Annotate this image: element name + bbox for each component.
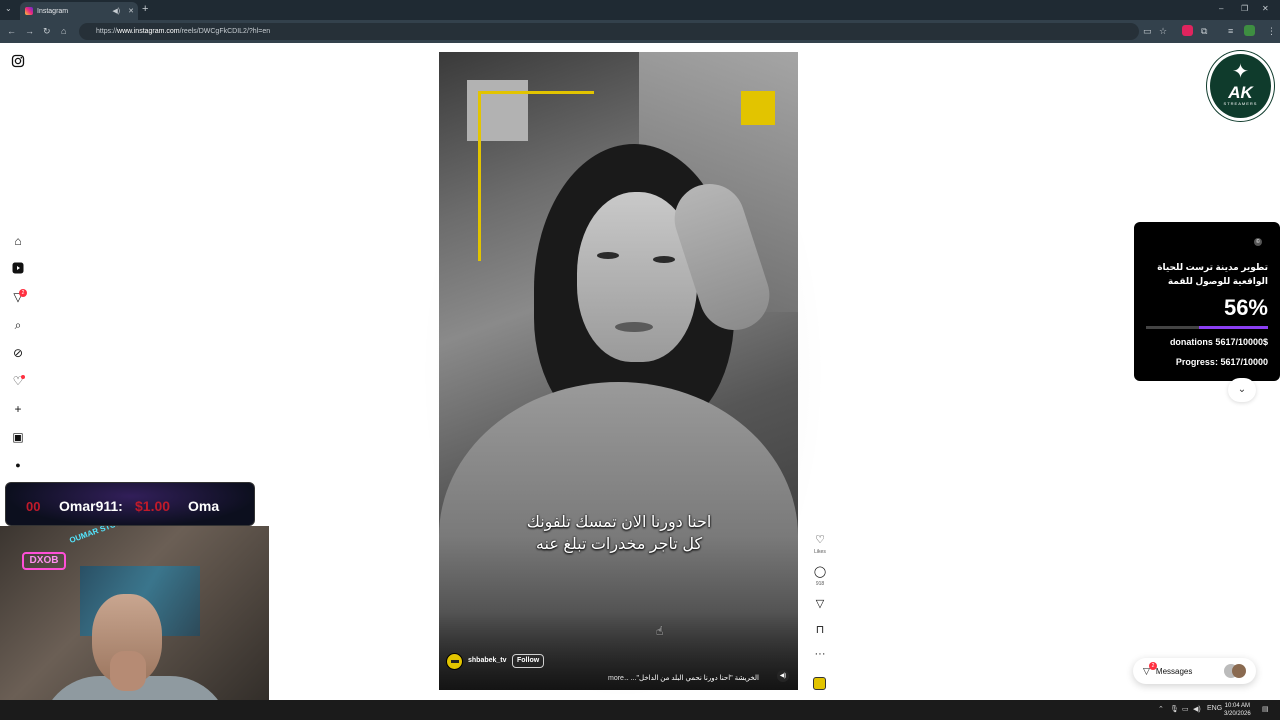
donations-count: donations 5617/10000$ xyxy=(1169,337,1268,347)
webcam-overlay: DXOB OUMAR STORE xyxy=(0,526,269,720)
video-person-eye xyxy=(653,256,675,263)
share-send-icon[interactable]: ▽ xyxy=(811,597,829,610)
create-plus-icon[interactable]: + xyxy=(11,402,25,416)
notifications-badge: 2 xyxy=(19,289,27,297)
messages-label: Messages xyxy=(1155,666,1193,676)
back-arrow-icon[interactable]: ← xyxy=(7,26,16,36)
home-icon[interactable]: ⌂ xyxy=(11,234,25,248)
caption-more-link[interactable]: more xyxy=(608,675,624,682)
url-path: /reels/DWCgFkCDIL2/?hl=en xyxy=(179,28,271,35)
tab-close-icon[interactable]: ✕ xyxy=(128,7,134,15)
donation-goal-widget: © تطوير مدينة ترست للحياة الواقعية للوصو… xyxy=(1134,222,1280,381)
comments-count: 918 xyxy=(815,581,825,587)
windows-taskbar: ⌃ 🎙 ▭ ◀) ENG 10:04 AM 3/20/2026 ▤ xyxy=(0,700,1280,720)
logo-text: AK xyxy=(1228,83,1253,102)
reel-caption[interactable]: الخريشة "احنا دورنا نحمي البلد من الداخل… xyxy=(624,674,759,682)
author-avatar[interactable] xyxy=(446,653,463,670)
video-person-eye xyxy=(597,252,619,259)
microphone-icon[interactable]: 🎙 xyxy=(1170,705,1179,713)
mute-toggle-icon[interactable]: ◀) xyxy=(777,670,789,682)
search-icon[interactable]: ⌕ xyxy=(11,318,25,332)
window-close-button[interactable]: ✕ xyxy=(1262,4,1269,13)
likes-label: Likes xyxy=(814,549,826,555)
like-heart-icon[interactable]: ♡ xyxy=(811,533,829,546)
tray-chevron-up-icon[interactable]: ⌃ xyxy=(1158,705,1164,713)
browser-menu-icon[interactable]: ⋮ xyxy=(1267,26,1276,37)
clock-time: 10:04 AM xyxy=(1224,703,1251,709)
reel-video[interactable]: احنا دورنا الان تمسك تلفونك كل تاجر مخدر… xyxy=(439,52,798,690)
messenger-icon: ▽ 2 xyxy=(1143,661,1157,677)
video-gray-square xyxy=(467,80,528,141)
extensions-puzzle-icon[interactable]: ⧉ xyxy=(1201,26,1207,37)
system-clock[interactable]: 10:04 AM 3/20/2026 xyxy=(1224,702,1251,718)
messages-avatars xyxy=(1224,664,1246,678)
dashboard-icon[interactable]: ▣ xyxy=(11,430,25,444)
mouse-pointer-hand-icon: ☝ xyxy=(656,624,664,638)
donation-coin-icon: © xyxy=(1254,238,1262,246)
tab-title: Instagram xyxy=(37,7,69,15)
video-person-mouth xyxy=(615,322,653,332)
original-audio-icon[interactable] xyxy=(813,677,826,690)
save-bookmark-icon[interactable]: ⊓ xyxy=(811,623,829,636)
tab-search-chevron-icon[interactable]: ⌄ xyxy=(5,4,12,13)
video-yellow-frame-left xyxy=(478,91,481,261)
streamer-hand xyxy=(110,651,146,691)
ticker-count: 00 xyxy=(26,499,41,514)
audio-playing-icon[interactable]: ◀) xyxy=(112,7,120,15)
instagram-logo-icon[interactable] xyxy=(11,54,25,68)
more-options-icon[interactable]: ··· xyxy=(811,648,829,660)
address-bar[interactable]: https://www.instagram.com/reels/DWCgFkCD… xyxy=(79,23,1139,40)
messages-badge: 2 xyxy=(1149,661,1157,670)
logo-subtext: STREAMERS xyxy=(1223,101,1258,106)
next-reel-chevron-down-icon[interactable]: ⌄ xyxy=(1228,378,1256,402)
follow-button[interactable]: Follow xyxy=(512,654,545,668)
messages-button[interactable]: ▽ 2 Messages xyxy=(1133,658,1256,684)
explore-compass-icon[interactable]: ⊘ xyxy=(11,346,25,360)
video-yellow-square xyxy=(741,91,775,125)
cast-icon[interactable]: ▭ xyxy=(1143,26,1152,37)
reload-icon[interactable]: ↻ xyxy=(43,26,51,37)
video-subtitle-line-2: كل تاجر مخدرات تبلغ عنه xyxy=(535,536,703,553)
bookmark-star-icon[interactable]: ☆ xyxy=(1159,26,1167,37)
reading-list-icon[interactable]: ≡ xyxy=(1228,26,1233,36)
ticker-amount: $1.00 xyxy=(135,498,171,514)
author-username[interactable]: shbabek_tv xyxy=(468,657,507,664)
instagram-favicon-icon xyxy=(25,7,33,15)
network-icon[interactable]: ▭ xyxy=(1182,705,1189,713)
window-minimize-button[interactable]: – xyxy=(1219,4,1223,13)
profile-avatar-icon[interactable]: ● xyxy=(11,458,25,472)
ticker-donor-name: Omar911: xyxy=(59,498,123,514)
comment-icon[interactable]: ◯ xyxy=(811,565,829,578)
donation-goal-title: تطوير مدينة ترست للحياة الواقعية للوصول … xyxy=(1157,262,1268,286)
reels-icon[interactable] xyxy=(11,262,25,276)
forward-arrow-icon[interactable]: → xyxy=(25,26,34,36)
avatar xyxy=(1232,664,1246,678)
url-prefix: https:// xyxy=(96,28,118,35)
notifications-dot xyxy=(21,375,25,379)
neon-sign: DXOB xyxy=(22,552,66,570)
donation-percent: 56% xyxy=(1223,295,1268,320)
notifications-center-icon[interactable]: ▤ xyxy=(1262,705,1269,713)
video-yellow-frame-top xyxy=(478,91,594,94)
profile-avatar[interactable] xyxy=(1244,25,1255,36)
ak-streamers-logo: ✦ AK STREAMERS xyxy=(1207,51,1274,121)
browser-tab-bar: ⌄ Instagram ◀) ✕ + – ❐ ✕ xyxy=(0,0,1280,20)
extension-red-icon[interactable] xyxy=(1182,25,1193,36)
url-host: www.instagram.com xyxy=(117,28,180,35)
language-indicator[interactable]: ENG xyxy=(1207,705,1222,712)
ticker-donor-name-repeat: Oma xyxy=(188,498,220,514)
window-restore-button[interactable]: ❐ xyxy=(1241,4,1248,13)
volume-icon[interactable]: ◀) xyxy=(1193,705,1201,713)
browser-tab-instagram[interactable]: Instagram ◀) ✕ xyxy=(20,2,138,20)
donation-ticker: 00 Omar911: $1.00 Oma xyxy=(5,482,255,526)
video-subtitle-line-1: احنا دورنا الان تمسك تلفونك xyxy=(526,514,712,531)
neon-script-sign: OUMAR STORE xyxy=(68,526,128,545)
eagle-emblem-icon: ✦ xyxy=(1232,61,1249,83)
clock-date: 3/20/2026 xyxy=(1224,711,1251,717)
donation-progress-fill xyxy=(1199,326,1268,329)
progress-count: Progress: 5617/10000 xyxy=(1175,357,1268,367)
new-tab-button[interactable]: + xyxy=(142,3,148,15)
home-icon[interactable]: ⌂ xyxy=(61,26,66,36)
donation-progress-bar xyxy=(1146,326,1268,329)
